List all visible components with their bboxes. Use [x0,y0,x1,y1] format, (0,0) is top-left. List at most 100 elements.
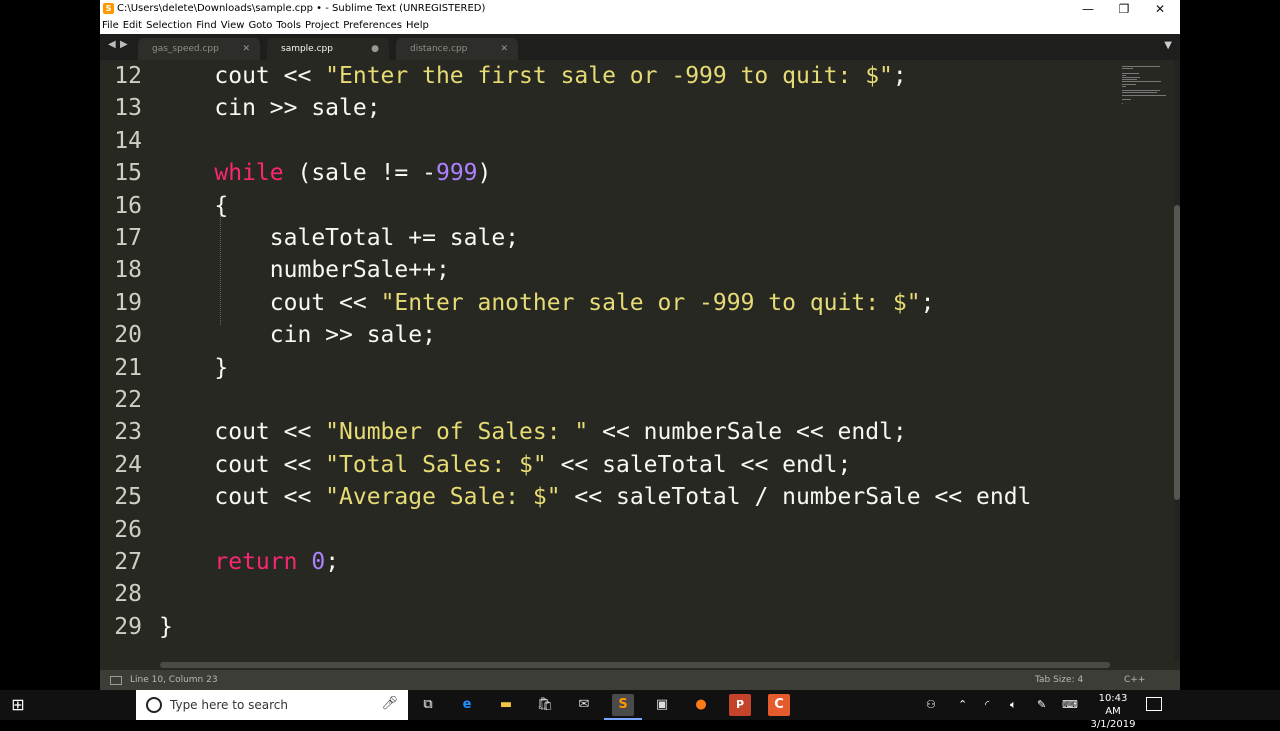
store-icon[interactable]: 🛍︎ [534,694,556,716]
code-token: cout << [159,484,326,511]
code-line[interactable]: while (sale != -999) [159,157,491,189]
code-line[interactable]: cout << "Total Sales: $" << saleTotal <<… [159,449,851,481]
close-button[interactable]: ✕ [1140,0,1180,18]
chevron-up-icon[interactable]: ⌃ [958,690,967,720]
vertical-scrollbar[interactable] [1174,60,1180,660]
code-token: cout << [159,451,326,478]
pen-icon[interactable]: ✎ [1037,690,1046,720]
volume-icon[interactable]: 🔈︎ [1010,690,1017,720]
minimap-line [1122,90,1160,92]
code-token: "Enter the first sale or -999 to quit: $… [325,63,893,89]
code-line[interactable]: cout << "Enter the first sale or -999 to… [159,60,906,92]
code-token: << saleTotal << endl; [546,451,852,478]
minimap-line [1122,99,1132,100]
sublime-window: S C:\Users\delete\Downloads\sample.cpp •… [100,0,1180,690]
tab-close-icon[interactable]: ✕ [242,38,250,60]
maximize-button[interactable]: ❐ [1104,0,1144,18]
code-editor[interactable]: 12 13 14 15 16 17 18 19 20 21 22 23 24 25 26 27 28 29 cou… [100,60,1118,660]
tab-close-icon[interactable]: ✕ [500,38,508,60]
edge-icon[interactable]: e [456,694,478,716]
code-token: "Enter another sale or -999 to quit: $" [380,289,921,316]
people-icon[interactable]: ⚇ [926,690,936,720]
code-line[interactable]: } [159,352,228,384]
code-line[interactable]: return 0; [159,546,339,578]
tab-prev-icon[interactable]: ◀ [108,39,116,50]
line-number: 15 [114,160,142,187]
code-token: cout << [159,419,326,446]
line-number: 21 [114,354,142,381]
minimap-line [1122,92,1157,94]
line-number: 13 [114,95,142,122]
app-icon[interactable]: C [768,694,790,716]
code-line[interactable]: { [159,190,228,222]
task-view-icon[interactable]: ⧉ [417,694,439,716]
line-number: 27 [114,549,142,575]
minimap-line [1122,81,1162,83]
taskbar-search[interactable]: Type here to search 🎤︎ [136,690,408,720]
mail-icon[interactable]: ✉ [573,694,595,716]
tab-next-icon[interactable]: ▶ [120,39,128,50]
file-explorer-icon[interactable]: ▬ [495,694,517,716]
menu-selection[interactable]: Selection [144,20,194,31]
menu-view[interactable]: View [219,20,247,31]
code-line[interactable]: } [159,611,173,643]
minimap-line [1122,66,1160,67]
minimap-line [1122,79,1137,81]
wifi-icon[interactable]: ◜ [985,690,989,720]
syntax-mode[interactable]: C++ [1124,670,1145,690]
notification-icon[interactable] [1146,697,1162,711]
system-clock[interactable]: 10:43 AM 3/1/2019 [1090,692,1136,731]
line-number: 14 [114,127,142,154]
line-number: 12 [114,63,142,89]
tab-size[interactable]: Tab Size: 4 [1035,670,1083,690]
scrollbar-thumb[interactable] [1174,205,1180,500]
line-number: 25 [114,484,142,511]
line-number: 20 [114,322,142,349]
code-token: numberSale++; [159,257,450,284]
menu-find[interactable]: Find [194,20,219,31]
menu-preferences[interactable]: Preferences [341,20,404,31]
tab-distance[interactable]: distance.cpp ✕ [396,38,518,60]
menu-file[interactable]: File [100,20,121,31]
code-line[interactable]: numberSale++; [159,254,450,286]
tab-dropdown-icon[interactable]: ▼ [1164,40,1172,51]
tab-label: gas_speed.cpp [152,44,219,54]
sublime-text-icon[interactable]: S [612,694,634,716]
microphone-icon[interactable]: 🎤︎ [381,696,398,711]
windows-logo-icon[interactable]: ⊞ [0,690,36,720]
code-token: << numberSale << endl; [588,419,907,446]
code-token: 999 [435,160,478,187]
menu-project[interactable]: Project [303,20,341,31]
menu-goto[interactable]: Goto [246,20,274,31]
firefox-icon[interactable]: ● [690,694,712,716]
code-token: cin >> sale; [159,95,381,122]
minimize-button[interactable]: — [1068,0,1108,18]
code-line[interactable]: cout << "Average Sale: $" << saleTotal /… [159,481,1031,513]
menu-tools[interactable]: Tools [274,20,303,31]
code-token: cout << [159,63,326,89]
horizontal-scrollbar[interactable] [160,662,1110,668]
powerpoint-icon[interactable]: P [729,694,751,716]
code-line[interactable]: cout << "Enter another sale or -999 to q… [159,287,935,319]
tab-sample[interactable]: sample.cpp ● [267,38,389,60]
tab-modified-icon[interactable]: ● [371,38,379,60]
minimap-line [1122,94,1167,96]
minimap[interactable] [1118,60,1174,660]
code-token: << saleTotal / numberSale << endl [560,484,1032,511]
code-line[interactable]: cin >> sale; [159,92,381,124]
code-line[interactable]: saleTotal += sale; [159,222,519,254]
tab-gas-speed[interactable]: gas_speed.cpp ✕ [138,38,260,60]
menu-help[interactable]: Help [404,20,431,31]
sublime-app-icon: S [103,3,114,14]
keyboard-icon[interactable]: ⌨ [1062,690,1078,720]
terminal-icon[interactable]: ▣ [651,694,673,716]
code-line[interactable]: cin >> sale; [159,319,436,351]
search-icon [146,697,162,713]
panel-toggle-icon[interactable] [110,676,122,685]
line-number: 26 [114,516,142,543]
code-line[interactable]: cout << "Number of Sales: " << numberSal… [159,416,907,448]
menu-edit[interactable]: Edit [121,20,144,31]
code-token: ) [477,160,492,187]
